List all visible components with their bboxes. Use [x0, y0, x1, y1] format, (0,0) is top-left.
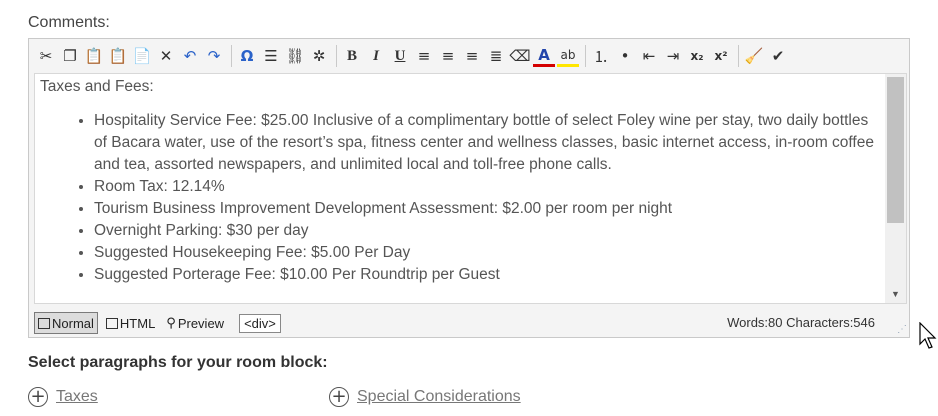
redo-icon[interactable]: ↷ — [203, 44, 225, 68]
resize-grip-icon[interactable]: ⋰ — [897, 325, 907, 335]
special-char-icon[interactable]: Ω — [236, 44, 258, 68]
list-item: Room Tax: 12.14% — [94, 176, 885, 198]
bold-icon[interactable]: B — [341, 44, 363, 68]
link-icon[interactable]: ⛓ — [284, 44, 306, 68]
plus-circle-icon: + — [329, 387, 349, 407]
undo-icon[interactable]: ↶ — [179, 44, 201, 68]
toolbar-separator — [738, 45, 739, 67]
preview-mode-button[interactable]: ⚲ Preview — [163, 313, 227, 333]
list-item: Suggested Porterage Fee: $10.00 Per Roun… — [94, 264, 885, 286]
superscript-icon[interactable]: x² — [710, 44, 732, 68]
list-item: Overnight Parking: $30 per day — [94, 220, 885, 242]
underline-icon[interactable]: U — [389, 44, 411, 68]
unlink-icon[interactable]: ✲ — [308, 44, 330, 68]
comments-label: Comments: — [28, 14, 110, 31]
align-center-icon[interactable]: ≡ — [437, 44, 459, 68]
mouse-cursor-icon — [919, 322, 937, 349]
eraser-icon[interactable]: ⌫ — [509, 44, 531, 68]
section-title: Select paragraphs for your room block: — [28, 354, 328, 371]
indent-icon[interactable]: ⇥ — [662, 44, 684, 68]
taxes-link-label: Taxes — [56, 388, 98, 405]
paste-icon[interactable]: 📋 — [83, 44, 105, 68]
normal-mode-icon — [38, 317, 50, 329]
normal-mode-label: Normal — [52, 315, 94, 331]
clean-icon[interactable]: 🧹 — [743, 44, 765, 68]
spellcheck-icon[interactable]: ✔ — [767, 44, 789, 68]
justify-icon[interactable]: ≣ — [485, 44, 507, 68]
align-left-icon[interactable]: ≡ — [413, 44, 435, 68]
paste-word-icon[interactable]: 📄 — [131, 44, 153, 68]
preview-mode-label: Preview — [177, 315, 225, 331]
html-mode-label: HTML — [119, 315, 156, 331]
outdent-icon[interactable]: ⇤ — [638, 44, 660, 68]
font-color-icon[interactable]: A — [533, 46, 555, 67]
toolbar-separator — [336, 45, 337, 67]
tag-path-selector[interactable]: <div> — [239, 313, 281, 333]
word-character-count: Words:80 Characters:546 — [727, 315, 875, 330]
html-mode-icon — [105, 317, 118, 329]
horizontal-rule-icon[interactable]: ☰ — [260, 44, 282, 68]
editor-content[interactable]: Taxes and Fees: Hospitality Service Fee:… — [35, 74, 885, 303]
delete-icon[interactable]: ✕ — [155, 44, 177, 68]
toolbar-separator — [231, 45, 232, 67]
subscript-icon[interactable]: x₂ — [686, 44, 708, 68]
editor-content-area[interactable]: Taxes and Fees: Hospitality Service Fee:… — [34, 73, 907, 304]
special-considerations-link-label: Special Considerations — [357, 388, 521, 405]
plus-circle-icon: + — [28, 387, 48, 407]
scroll-down-arrow-icon[interactable]: ▼ — [885, 287, 906, 301]
add-special-considerations-link[interactable]: + Special Considerations — [329, 387, 521, 407]
fees-list: Hospitality Service Fee: $25.00 Inclusiv… — [40, 110, 885, 286]
align-right-icon[interactable]: ≡ — [461, 44, 483, 68]
italic-icon[interactable]: I — [365, 44, 387, 68]
list-item: Tourism Business Improvement Development… — [94, 198, 885, 220]
list-item: Hospitality Service Fee: $25.00 Inclusiv… — [94, 110, 885, 176]
cut-icon[interactable]: ✂ — [35, 44, 57, 68]
editor-toolbar: ✂ ❐ 📋 📋 📄 ✕ ↶ ↷ Ω ☰ ⛓ ✲ B I U ≡ ≡ ≡ ≣ ⌫ Aab ⒈ • ⇤ ⇥ x₂ x² 🧹 ✔ — [29, 39, 909, 73]
editor-status-bar: Normal HTML ⚲ Preview <div> Words:80 Cha… — [29, 309, 909, 337]
content-heading: Taxes and Fees: — [40, 78, 154, 95]
unordered-list-icon[interactable]: • — [614, 44, 636, 68]
rich-text-editor: ✂ ❐ 📋 📋 📄 ✕ ↶ ↷ Ω ☰ ⛓ ✲ B I U ≡ ≡ ≡ ≣ ⌫ Aab ⒈ • ⇤ ⇥ x₂ x² 🧹 ✔ Taxes … — [28, 38, 910, 338]
ordered-list-icon[interactable]: ⒈ — [590, 44, 612, 68]
list-item: Suggested Housekeeping Fee: $5.00 Per Da… — [94, 242, 885, 264]
paste-text-icon[interactable]: 📋 — [107, 44, 129, 68]
html-mode-button[interactable]: HTML — [103, 313, 158, 333]
toolbar-separator — [585, 45, 586, 67]
magnifier-icon: ⚲ — [166, 315, 176, 331]
scrollbar-thumb[interactable] — [887, 77, 904, 223]
copy-icon[interactable]: ❐ — [59, 44, 81, 68]
vertical-scrollbar[interactable]: ▼ — [885, 74, 906, 303]
add-taxes-paragraph-link[interactable]: + Taxes — [28, 387, 98, 407]
normal-mode-button[interactable]: Normal — [34, 312, 98, 334]
highlight-icon[interactable]: ab — [557, 46, 579, 67]
